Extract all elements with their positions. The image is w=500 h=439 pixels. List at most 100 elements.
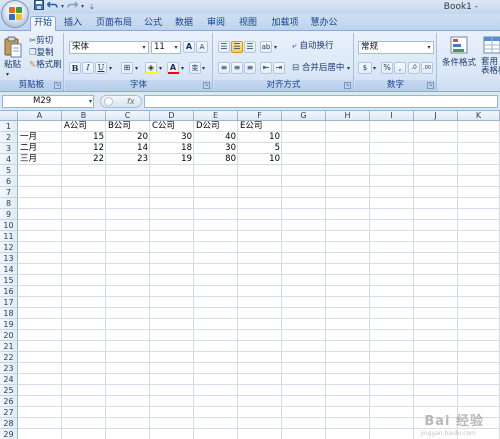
font-name-select[interactable]: 宋体 ▾ <box>69 41 149 54</box>
cell[interactable]: 5 <box>238 143 282 154</box>
cell[interactable]: 80 <box>194 154 238 165</box>
column-header[interactable]: G <box>282 111 326 121</box>
underline-dropdown-icon[interactable]: ▾ <box>109 63 112 74</box>
font-color-dropdown-icon[interactable]: ▾ <box>181 63 184 74</box>
percent-button[interactable]: % <box>381 62 393 74</box>
increase-indent-button[interactable]: ⇥ <box>273 62 285 74</box>
customize-qat-icon[interactable]: ⇣ <box>89 1 95 13</box>
tab-review[interactable]: 审阅 <box>203 17 229 31</box>
format-painter-button[interactable]: ✎格式刷 <box>29 60 62 71</box>
paste-icon[interactable] <box>4 36 22 58</box>
tab-data[interactable]: 数据 <box>171 17 197 31</box>
clipboard-launcher-icon[interactable]: ↘ <box>54 82 61 89</box>
tab-view[interactable]: 视图 <box>235 17 261 31</box>
format-as-table-button[interactable]: 套用 表格格式 <box>481 58 500 76</box>
name-box[interactable]: M29 ▾ <box>2 95 94 108</box>
shrink-font-button[interactable]: A <box>196 41 208 53</box>
row-header[interactable]: 14 <box>0 264 18 275</box>
currency-dropdown-icon[interactable]: ▾ <box>373 63 376 74</box>
save-icon[interactable] <box>34 0 44 14</box>
column-header[interactable]: H <box>326 111 370 121</box>
cell[interactable]: 22 <box>62 154 106 165</box>
dropdown-icon[interactable]: ▾ <box>81 1 84 13</box>
column-header[interactable]: D <box>150 111 194 121</box>
format-as-table-icon[interactable] <box>483 36 500 54</box>
row-header[interactable]: 11 <box>0 231 18 242</box>
phonetic-dropdown-icon[interactable]: ▾ <box>202 63 205 74</box>
row-header[interactable]: 4 <box>0 154 18 165</box>
function-button[interactable]: fx <box>100 95 142 108</box>
tab-huibangong[interactable]: 慧办公 <box>307 17 341 31</box>
wrap-text-button[interactable]: ⤶ 自动换行 <box>292 41 333 52</box>
align-center-button[interactable]: ≡ <box>231 62 243 74</box>
row-header[interactable]: 13 <box>0 253 18 264</box>
column-header[interactable]: C <box>106 111 150 121</box>
orientation-button[interactable]: ab <box>260 41 272 53</box>
cell[interactable]: D公司 <box>194 121 238 132</box>
row-header[interactable]: 26 <box>0 396 18 407</box>
tab-formulas[interactable]: 公式 <box>140 17 166 31</box>
number-launcher-icon[interactable]: ↘ <box>427 82 434 89</box>
copy-button[interactable]: ❐复制 <box>29 48 54 59</box>
row-header[interactable]: 12 <box>0 242 18 253</box>
cell[interactable]: 30 <box>194 143 238 154</box>
cell[interactable]: 20 <box>106 132 150 143</box>
undo-icon[interactable] <box>46 0 58 14</box>
comma-button[interactable]: , <box>394 62 406 74</box>
grow-font-button[interactable]: A <box>183 41 195 53</box>
row-header[interactable]: 16 <box>0 286 18 297</box>
cell[interactable]: 18 <box>150 143 194 154</box>
tab-addins[interactable]: 加载项 <box>268 17 302 31</box>
cell[interactable]: 三月 <box>18 154 62 165</box>
tab-page-layout[interactable]: 页面布局 <box>92 17 136 31</box>
cell[interactable]: 一月 <box>18 132 62 143</box>
decrease-indent-button[interactable]: ⇤ <box>260 62 272 74</box>
office-button[interactable] <box>1 0 29 28</box>
cell[interactable]: 23 <box>106 154 150 165</box>
row-header[interactable]: 10 <box>0 220 18 231</box>
alignment-launcher-icon[interactable]: ↘ <box>344 82 351 89</box>
row-header[interactable]: 20 <box>0 330 18 341</box>
number-format-select[interactable]: 常规 ▾ <box>358 41 434 54</box>
cell[interactable]: A公司 <box>62 121 106 132</box>
select-all-corner[interactable] <box>0 111 18 121</box>
paste-dropdown-icon[interactable]: ▾ <box>6 69 9 80</box>
row-header[interactable]: 21 <box>0 341 18 352</box>
align-bottom-button[interactable]: ☰ <box>244 41 256 53</box>
cell[interactable]: 10 <box>238 132 282 143</box>
column-header[interactable]: J <box>414 111 458 121</box>
row-header[interactable]: 18 <box>0 308 18 319</box>
cell[interactable]: 12 <box>62 143 106 154</box>
font-launcher-icon[interactable]: ↘ <box>203 82 210 89</box>
column-header[interactable]: A <box>18 111 62 121</box>
align-top-button[interactable]: ☰ <box>218 41 230 53</box>
cell[interactable]: 14 <box>106 143 150 154</box>
row-header[interactable]: 29 <box>0 429 18 439</box>
cut-button[interactable]: ✂剪切 <box>29 36 53 47</box>
cell[interactable]: 二月 <box>18 143 62 154</box>
row-header[interactable]: 15 <box>0 275 18 286</box>
cell[interactable]: 19 <box>150 154 194 165</box>
dropdown-icon[interactable]: ▾ <box>61 1 64 13</box>
orientation-dropdown-icon[interactable]: ▾ <box>274 42 277 53</box>
column-header[interactable]: E <box>194 111 238 121</box>
fill-dropdown-icon[interactable]: ▾ <box>159 63 162 74</box>
column-header[interactable]: K <box>458 111 500 121</box>
row-header[interactable]: 9 <box>0 209 18 220</box>
cell[interactable]: C公司 <box>150 121 194 132</box>
row-header[interactable]: 17 <box>0 297 18 308</box>
align-middle-button[interactable]: ☰ <box>231 41 243 53</box>
column-header[interactable]: B <box>62 111 106 121</box>
bold-button[interactable]: B <box>69 62 81 74</box>
row-header[interactable]: 27 <box>0 407 18 418</box>
italic-button[interactable]: I <box>82 62 94 74</box>
cell[interactable]: 40 <box>194 132 238 143</box>
row-header[interactable]: 7 <box>0 187 18 198</box>
conditional-format-button[interactable]: 条件格式 <box>442 58 476 69</box>
row-header[interactable]: 22 <box>0 352 18 363</box>
row-header[interactable]: 2 <box>0 132 18 143</box>
row-header[interactable]: 5 <box>0 165 18 176</box>
formula-input[interactable] <box>144 95 498 108</box>
borders-dropdown-icon[interactable]: ▾ <box>135 63 138 74</box>
underline-button[interactable]: U <box>95 62 107 74</box>
